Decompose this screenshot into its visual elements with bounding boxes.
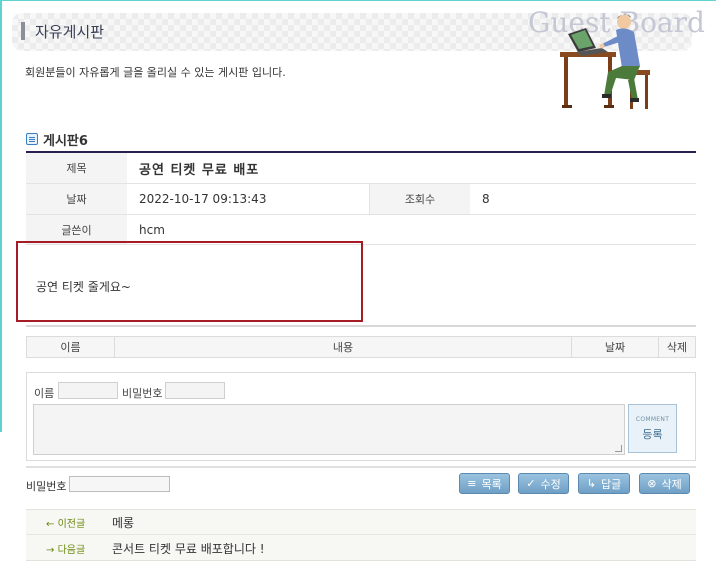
list-button-label: 목록 [481, 477, 502, 491]
post-date: 2022-10-17 09:13:43 [139, 192, 267, 206]
page-title: 자유게시판 [35, 23, 105, 41]
reply-button-label: 답글 [600, 477, 622, 491]
content-divider-right [363, 325, 696, 327]
comment-name-input[interactable] [58, 382, 118, 399]
next-arrow-icon: → [46, 544, 55, 556]
top-divider [0, 0, 716, 1]
next-post-row[interactable]: → 다음글 콘서트 티켓 무료 배포합니다 ! [26, 536, 696, 560]
list-icon: ≡ [467, 477, 477, 490]
reply-button[interactable]: ↳ 답글 [578, 473, 630, 494]
board-description: 회원분들이 자유롭게 글을 올리실 수 있는 게시판 입니다. [25, 66, 286, 79]
post-meta-row: 날짜 2022-10-17 09:13:43 조회수 8 [26, 184, 696, 215]
next-post-label: → 다음글 [26, 541, 86, 556]
comment-name-label: 이름 [34, 387, 55, 400]
delete-button-label: 삭제 [661, 477, 682, 491]
board-icon [26, 133, 38, 145]
header-mark [21, 22, 25, 40]
comment-col-delete: 삭제 [666, 341, 688, 354]
check-icon: ✓ [526, 477, 536, 490]
comment-submit-label: 등록 [642, 427, 663, 441]
prev-arrow-icon: ← [46, 519, 55, 530]
comment-col-date: 날짜 [572, 337, 659, 357]
comment-submit-button[interactable]: COMMENT 등록 [628, 404, 677, 453]
comment-col-name: 이름 [27, 337, 115, 357]
delete-circle-icon: ⊗ [647, 477, 657, 490]
edit-button[interactable]: ✓ 수정 [518, 473, 569, 494]
post-title-row: 제목 공연 티켓 무료 배포 [26, 153, 696, 184]
board-name: 게시판6 [43, 134, 88, 149]
prev-post-title[interactable]: 메롱 [86, 514, 134, 531]
post-info-table: 제목 공연 티켓 무료 배포 날짜 2022-10-17 09:13:43 조회… [26, 151, 696, 245]
delete-button[interactable]: ⊗ 삭제 [639, 473, 690, 494]
date-label: 날짜 [26, 184, 127, 214]
author-label: 글쓴이 [26, 215, 127, 244]
post-author: hcm [139, 222, 165, 237]
content-divider [26, 325, 364, 327]
reply-arrow-icon: ↳ [586, 477, 596, 490]
comment-textarea[interactable] [33, 404, 625, 455]
actions-divider [26, 466, 696, 468]
views-label: 조회수 [369, 184, 470, 214]
comment-password-input[interactable] [165, 382, 225, 399]
post-body: 공연 티켓 줄게요~ [36, 280, 131, 294]
password-label: 비밀번호 [26, 480, 67, 493]
comment-password-label: 비밀번호 [122, 387, 163, 400]
person-at-computer-illustration [560, 14, 650, 109]
comment-form: 이름 비밀번호 COMMENT 등록 [26, 372, 696, 461]
password-input[interactable] [69, 476, 170, 492]
left-divider [0, 0, 2, 432]
post-navigation: ← 이전글 메롱 → 다음글 콘서트 티켓 무료 배포합니다 ! [26, 509, 696, 561]
post-views: 8 [482, 192, 490, 206]
next-post-label-text: 다음글 [57, 544, 86, 556]
prev-post-row[interactable]: ← 이전글 메롱 [26, 511, 696, 535]
comment-list-header: 이름 내용 날짜 삭제 [26, 336, 696, 358]
edit-button-label: 수정 [540, 477, 561, 491]
comment-submit-caption: COMMENT [635, 415, 670, 423]
comment-col-content: 내용 [115, 337, 572, 357]
post-title: 공연 티켓 무료 배포 [139, 162, 260, 178]
list-button[interactable]: ≡ 목록 [459, 473, 510, 494]
title-label: 제목 [26, 153, 127, 183]
next-post-title[interactable]: 콘서트 티켓 무료 배포합니다 ! [86, 540, 265, 557]
prev-post-label: ← 이전글 [26, 515, 86, 530]
prev-post-label-text: 이전글 [57, 519, 86, 530]
